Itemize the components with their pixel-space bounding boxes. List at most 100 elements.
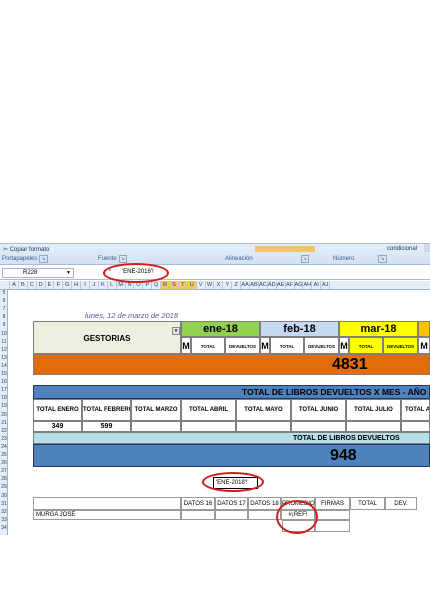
column-header[interactable]: S — [170, 281, 179, 289]
row-header[interactable]: 5 — [0, 290, 8, 296]
row-header[interactable]: 21 — [0, 420, 8, 426]
row-header[interactable]: 32 — [0, 509, 8, 515]
row-header[interactable]: 18 — [0, 395, 8, 401]
ref-error-cell[interactable]: #¡REF! — [281, 510, 315, 520]
column-header[interactable]: A — [10, 281, 19, 289]
column-header[interactable]: AB — [250, 281, 259, 289]
total-devueltos-label-band[interactable]: TOTAL DE LIBROS DEVUELTOS — [33, 432, 430, 444]
month-value-cell[interactable] — [236, 421, 291, 432]
dialog-launcher-icon[interactable]: ↘ — [39, 255, 48, 263]
gestorias-header[interactable]: GESTORIAS — [33, 321, 181, 354]
table-header-cell[interactable]: DATOS 16 — [181, 497, 215, 510]
month-col-header[interactable]: TOTAL MAYO — [236, 399, 291, 421]
row-header[interactable]: 25 — [0, 452, 8, 458]
active-cell-editor[interactable]: 'ENE-2018'! — [213, 477, 258, 489]
month-value-cell[interactable] — [131, 421, 181, 432]
column-header[interactable]: H — [72, 281, 82, 289]
sub-devueltos-cell[interactable]: DEVUELTOS — [383, 337, 418, 354]
month-col-header[interactable]: TOTAL ABRIL — [181, 399, 236, 421]
month-col-header[interactable]: TOTAL AG — [401, 399, 430, 421]
column-header[interactable]: T — [178, 281, 188, 289]
column-header[interactable]: W — [206, 281, 215, 289]
month-header-mar[interactable]: mar-18 — [339, 321, 418, 337]
month-col-header[interactable]: TOTAL ENERO — [33, 399, 82, 421]
column-header[interactable]: Y — [223, 281, 233, 289]
formula-input[interactable]: 'ENE-2018'! — [122, 268, 430, 278]
sub-total-cell[interactable]: TOTAL — [270, 337, 304, 354]
column-header[interactable]: O — [134, 281, 144, 289]
sub-devueltos-cell[interactable]: DEVUELTOS — [225, 337, 260, 354]
row-header[interactable]: 24 — [0, 444, 8, 450]
column-header[interactable]: AI — [312, 281, 322, 289]
column-header[interactable]: E — [46, 281, 55, 289]
column-header[interactable]: C — [28, 281, 37, 289]
row-header[interactable]: 23 — [0, 436, 8, 442]
row-header[interactable]: 8 — [0, 314, 8, 320]
name-box[interactable]: R228 ▼ — [2, 268, 74, 278]
row-header[interactable]: 28 — [0, 476, 8, 482]
column-header[interactable]: P — [143, 281, 153, 289]
row-header[interactable]: 20 — [0, 412, 8, 418]
row-header[interactable]: 11 — [0, 339, 8, 345]
row-header[interactable]: 15 — [0, 371, 8, 377]
month-value-cell[interactable]: 349 — [33, 421, 82, 432]
ribbon-scroll[interactable] — [424, 244, 430, 252]
row-header[interactable]: 34 — [0, 525, 8, 531]
sub-m-cell[interactable]: M — [260, 337, 270, 354]
table-cell[interactable] — [315, 510, 350, 520]
column-header[interactable]: G — [63, 281, 73, 289]
row-header[interactable]: 12 — [0, 347, 8, 353]
row-header[interactable]: 26 — [0, 460, 8, 466]
row-header[interactable]: 14 — [0, 363, 8, 369]
total-devueltos-band[interactable]: 948 — [33, 444, 430, 467]
sub-total-cell[interactable]: TOTAL — [191, 337, 225, 354]
month-col-header[interactable]: TOTAL FEBRERO — [82, 399, 131, 421]
dialog-launcher-icon[interactable]: ↘ — [378, 255, 387, 263]
select-all-corner[interactable] — [0, 281, 10, 289]
table-row-name[interactable]: MURGA JOSE — [33, 510, 181, 520]
chevron-down-icon[interactable]: ▼ — [66, 269, 71, 278]
column-header[interactable]: I — [81, 281, 91, 289]
column-header[interactable]: J — [90, 281, 99, 289]
column-header[interactable]: Z — [232, 281, 242, 289]
ribbon-style-swatch[interactable] — [255, 246, 315, 252]
table-header-cell[interactable]: TOTAL — [350, 497, 385, 510]
row-header[interactable]: 13 — [0, 355, 8, 361]
dialog-launcher-icon[interactable]: ↘ — [118, 255, 127, 263]
copy-format-button[interactable]: ✂ Copiar formato — [3, 246, 49, 253]
month-header-ene[interactable]: ene-18 — [181, 321, 260, 337]
table-header-cell[interactable]: FIRMAS — [315, 497, 350, 510]
column-header[interactable]: U — [187, 281, 197, 289]
table-header-cell[interactable]: DEV. — [385, 497, 417, 510]
table-cell[interactable] — [248, 510, 281, 520]
devueltos-title-band[interactable]: TOTAL DE LIBROS DEVUELTOS X MES - AÑO 2 — [33, 385, 430, 399]
table-header-cell[interactable]: DATOS 18 — [248, 497, 281, 510]
row-header[interactable]: 6 — [0, 298, 8, 304]
row-header[interactable]: 7 — [0, 306, 8, 312]
filter-dropdown-icon[interactable]: ▾ — [172, 327, 180, 335]
row-header[interactable]: 16 — [0, 379, 8, 385]
month-value-cell[interactable] — [181, 421, 236, 432]
sub-m-cell[interactable]: M — [418, 337, 430, 354]
column-header[interactable]: K — [99, 281, 108, 289]
table-header-cell[interactable]: PROMEDIO — [281, 497, 315, 510]
column-header[interactable]: V — [197, 281, 206, 289]
month-col-header[interactable]: TOTAL JULIO — [346, 399, 401, 421]
month-header-feb[interactable]: feb-18 — [260, 321, 339, 337]
sub-total-cell[interactable]: TOTAL — [349, 337, 383, 354]
table-header-cell[interactable] — [33, 497, 181, 510]
table-cell[interactable] — [282, 520, 315, 532]
column-header[interactable]: AH — [303, 281, 313, 289]
column-header[interactable]: Q — [152, 281, 162, 289]
orange-total-band[interactable]: 4831 — [33, 354, 430, 375]
column-header[interactable]: L — [108, 281, 117, 289]
conditional-format-button[interactable]: condicional — [387, 246, 417, 252]
table-cell[interactable] — [181, 510, 215, 520]
column-header[interactable]: AJ — [321, 281, 331, 289]
dialog-launcher-icon[interactable]: ↘ — [300, 255, 309, 263]
row-header[interactable]: 33 — [0, 517, 8, 523]
month-col-header[interactable]: TOTAL MARZO — [131, 399, 181, 421]
month-header-next[interactable] — [418, 321, 430, 337]
column-header[interactable]: D — [37, 281, 46, 289]
sub-m-cell[interactable]: M — [181, 337, 191, 354]
